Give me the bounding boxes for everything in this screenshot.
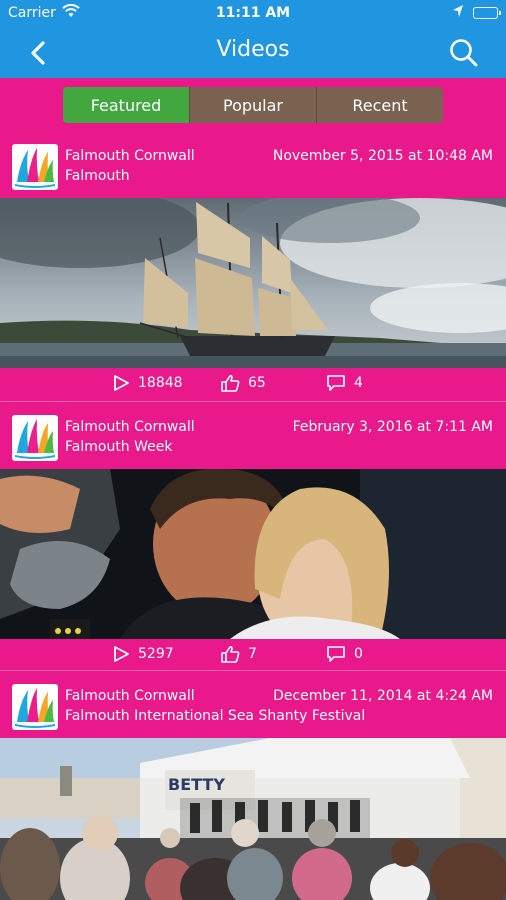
comment-count-value: 4 xyxy=(354,375,363,391)
feed-filter-segmented-control: Featured Popular Recent xyxy=(63,87,443,123)
video-thumbnail[interactable] xyxy=(0,469,506,639)
post-header[interactable]: Falmouth Cornwall Falmouth November 5, 2… xyxy=(0,138,506,198)
post-date: December 11, 2014 at 4:24 AM xyxy=(273,688,493,704)
navigation-bar: Videos xyxy=(0,26,506,78)
video-feed[interactable]: Featured Popular Recent Falmouth Cornwal… xyxy=(0,78,506,900)
location-arrow-icon xyxy=(452,4,464,22)
comment-bubble-icon xyxy=(327,646,345,662)
thumbs-up-icon xyxy=(221,374,240,392)
post-author: Falmouth Cornwall xyxy=(65,419,195,435)
play-icon xyxy=(114,646,129,662)
play-count[interactable]: 18848 xyxy=(112,374,183,392)
search-icon[interactable] xyxy=(448,37,480,69)
post-header[interactable]: Falmouth Cornwall Falmouth International… xyxy=(0,678,506,738)
comment-count[interactable]: 4 xyxy=(326,374,363,392)
like-count[interactable]: 7 xyxy=(220,645,257,663)
comment-count-value: 0 xyxy=(354,646,363,662)
play-count-value: 18848 xyxy=(138,375,183,391)
comment-bubble-icon xyxy=(327,375,345,391)
play-icon xyxy=(114,375,129,391)
page-title: Videos xyxy=(216,37,290,62)
video-thumbnail[interactable] xyxy=(0,198,506,368)
post-author: Falmouth Cornwall xyxy=(65,688,195,704)
tab-popular[interactable]: Popular xyxy=(190,87,317,123)
status-bar: Carrier 11:11 AM xyxy=(0,0,506,26)
falmouth-cornwall-logo xyxy=(12,684,58,730)
post-author: Falmouth Cornwall xyxy=(65,148,195,164)
post-location: Falmouth xyxy=(65,168,130,184)
like-count-value: 65 xyxy=(248,375,266,391)
tab-recent[interactable]: Recent xyxy=(317,87,443,123)
falmouth-cornwall-logo xyxy=(12,144,58,190)
post-stats: 18848 65 4 xyxy=(0,368,506,400)
play-count[interactable]: 5297 xyxy=(112,645,174,663)
video-post: Falmouth Cornwall Falmouth International… xyxy=(0,670,506,900)
like-count-value: 7 xyxy=(248,646,257,662)
battery-icon xyxy=(473,7,501,19)
svg-text:BETTY: BETTY xyxy=(168,775,225,794)
post-stats: 5297 7 0 xyxy=(0,639,506,671)
falmouth-cornwall-logo xyxy=(12,415,58,461)
comment-count[interactable]: 0 xyxy=(326,645,363,663)
thumbs-up-icon xyxy=(221,645,240,663)
post-date: November 5, 2015 at 10:48 AM xyxy=(272,148,493,164)
video-thumbnail[interactable]: BETTY xyxy=(0,738,506,900)
post-date: February 3, 2016 at 7:11 AM xyxy=(292,419,493,435)
post-location: Falmouth Week xyxy=(65,439,173,455)
tab-featured[interactable]: Featured xyxy=(63,87,190,123)
like-count[interactable]: 65 xyxy=(220,374,266,392)
video-post: Falmouth Cornwall Falmouth November 5, 2… xyxy=(0,138,506,401)
post-header[interactable]: Falmouth Cornwall Falmouth Week February… xyxy=(0,409,506,469)
post-divider xyxy=(0,401,506,402)
post-location: Falmouth International Sea Shanty Festiv… xyxy=(65,708,366,724)
video-post: Falmouth Cornwall Falmouth Week February… xyxy=(0,401,506,672)
play-count-value: 5297 xyxy=(138,646,174,662)
post-divider xyxy=(0,670,506,671)
clock: 11:11 AM xyxy=(215,5,291,21)
